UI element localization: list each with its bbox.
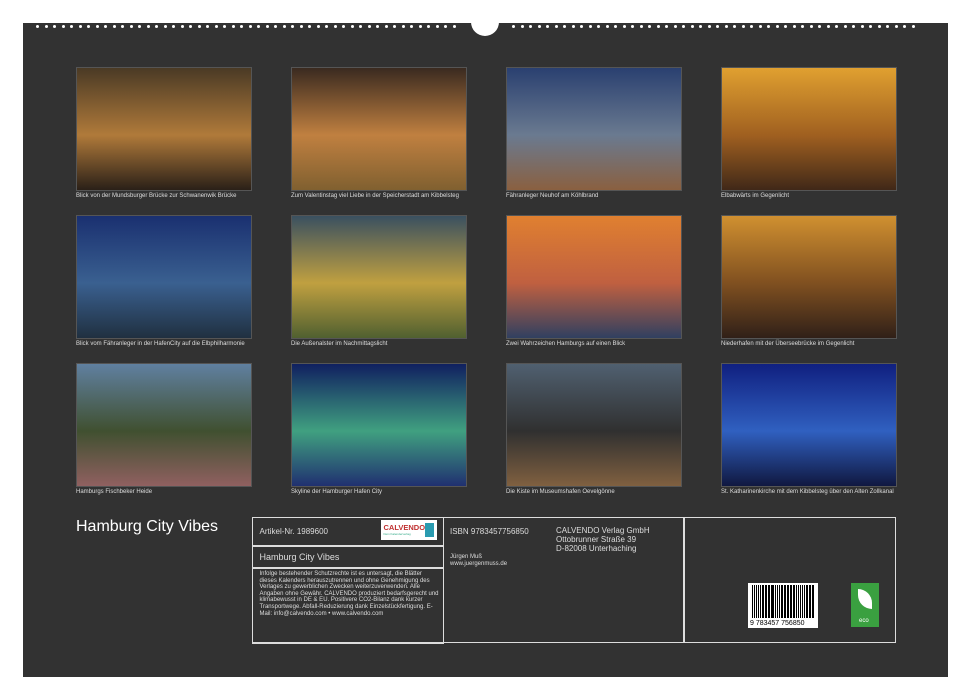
eco-label: eco bbox=[851, 583, 879, 627]
calendar-photo bbox=[76, 67, 252, 191]
binding-holes-right bbox=[512, 25, 915, 31]
photo-caption: St. Katharinenkirche mit dem Kibbelsteg … bbox=[721, 489, 901, 496]
calendar-photo bbox=[291, 363, 467, 487]
calendar-photo bbox=[291, 67, 467, 191]
author: Jürgen Muß bbox=[450, 554, 507, 561]
photo-caption: Die Kiste im Museumshafen Oevelgönne bbox=[506, 489, 686, 496]
legal-cell: Infolge bestehender Schutzrechte ist es … bbox=[252, 567, 444, 644]
article-cell: Artikel-Nr. 1989600 CALVENDO Dein Kalend… bbox=[252, 517, 444, 547]
publisher-street: Ottobrunner Straße 39 bbox=[556, 535, 650, 544]
leaf-icon bbox=[858, 589, 872, 609]
calendar-photo bbox=[506, 215, 682, 339]
photo-caption: Hamburgs Fischbeker Heide bbox=[76, 489, 256, 496]
publisher-address: CALVENDO Verlag GmbH Ottobrunner Straße … bbox=[556, 526, 650, 553]
product-title-cell: Hamburg City Vibes bbox=[252, 545, 444, 569]
isbn: ISBN 9783457756850 bbox=[450, 527, 529, 536]
legal-text: Infolge bestehender Schutzrechte ist es … bbox=[260, 571, 440, 617]
photo-caption: Fähranleger Neuhof am Köhlbrand bbox=[506, 193, 686, 200]
photo-caption: Die Außenalster im Nachmittagslicht bbox=[291, 341, 471, 348]
photo-caption: Skyline der Hamburger Hafen City bbox=[291, 489, 471, 496]
calendar-photo bbox=[76, 215, 252, 339]
article-number: Artikel-Nr. 1989600 bbox=[260, 527, 328, 536]
calendar-title: Hamburg City Vibes bbox=[76, 518, 218, 536]
calendar-photo bbox=[721, 363, 897, 487]
calendar-photo bbox=[506, 363, 682, 487]
calendar-photo bbox=[506, 67, 682, 191]
publisher-name: CALVENDO Verlag GmbH bbox=[556, 526, 650, 535]
calendar-photo bbox=[721, 215, 897, 339]
calendar-photo bbox=[291, 215, 467, 339]
photo-caption: Elbabwärts im Gegenlicht bbox=[721, 193, 901, 200]
photo-caption: Blick vom Fähranleger in der HafenCity a… bbox=[76, 341, 256, 348]
product-title: Hamburg City Vibes bbox=[260, 552, 340, 562]
calendar-photo bbox=[721, 67, 897, 191]
divider bbox=[683, 517, 685, 643]
website: www.juergenmuss.de bbox=[450, 561, 507, 568]
photo-caption: Zwei Wahrzeichen Hamburgs auf einen Blic… bbox=[506, 341, 686, 348]
publisher-city: D-82008 Unterhaching bbox=[556, 544, 650, 553]
calvendo-logo: CALVENDO Dein Kalenderverlag bbox=[381, 520, 437, 540]
author-block: Jürgen Muß www.juergenmuss.de bbox=[450, 554, 507, 568]
barcode: 9 783457 756850 bbox=[748, 583, 818, 628]
photo-caption: Niederhafen mit der Überseebrücke im Geg… bbox=[721, 341, 901, 348]
photo-caption: Blick von der Mundsburger Brücke zur Sch… bbox=[76, 193, 256, 200]
photo-caption: Zum Valentinstag viel Liebe in der Speic… bbox=[291, 193, 471, 200]
binding-holes-left bbox=[36, 25, 456, 31]
info-box: Artikel-Nr. 1989600 CALVENDO Dein Kalend… bbox=[252, 517, 896, 643]
calendar-photo bbox=[76, 363, 252, 487]
